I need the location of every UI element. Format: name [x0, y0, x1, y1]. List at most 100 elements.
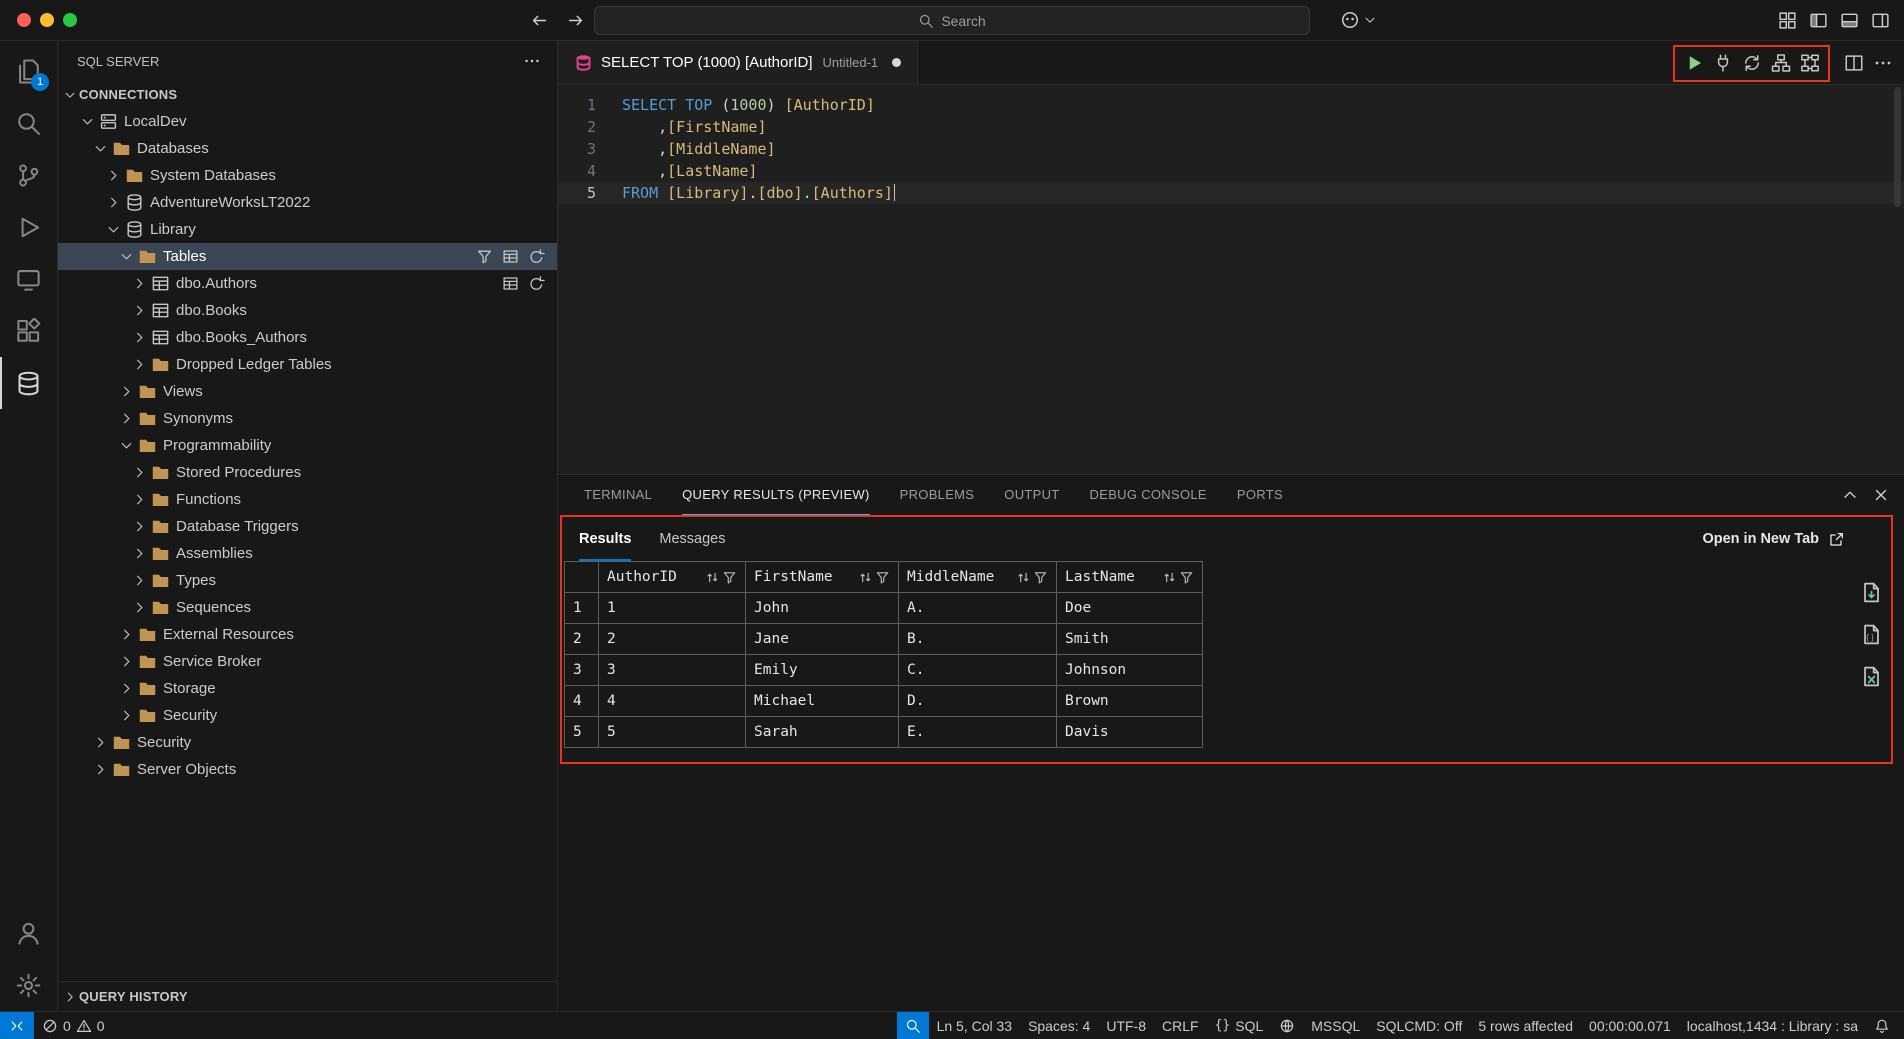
tree-item-dbo-books[interactable]: dbo.Books [58, 297, 557, 324]
collapse-panel-icon[interactable] [1841, 486, 1859, 504]
status-encoding[interactable]: UTF-8 [1098, 1012, 1154, 1039]
chevron-right-icon[interactable] [129, 465, 149, 480]
cell-lastname-1[interactable]: Doe [1057, 593, 1203, 624]
cell-firstname-1[interactable]: John [746, 593, 899, 624]
copilot-button[interactable] [1340, 10, 1377, 30]
chevron-right-icon[interactable] [129, 330, 149, 345]
tree-item-localdev[interactable]: LocalDev [58, 108, 557, 135]
panel-tab-output[interactable]: OUTPUT [1004, 475, 1059, 515]
cell-authorid-1[interactable]: 1 [599, 593, 746, 624]
status-language-mode[interactable]: {}SQL [1207, 1012, 1272, 1039]
results-tab-messages[interactable]: Messages [659, 517, 725, 561]
cell-lastname-5[interactable]: Davis [1057, 717, 1203, 748]
results-tab-results[interactable]: Results [579, 517, 631, 561]
refresh-icon[interactable] [528, 248, 545, 265]
status-cursor-position[interactable]: Ln 5, Col 33 [929, 1012, 1021, 1039]
chevron-down-icon[interactable] [77, 114, 97, 129]
code-line-3[interactable]: 3 ,[MiddleName] [558, 138, 1904, 160]
cell-firstname-5[interactable]: Sarah [746, 717, 899, 748]
chevron-right-icon[interactable] [129, 492, 149, 507]
chevron-right-icon[interactable] [103, 168, 123, 183]
chevron-right-icon[interactable] [116, 681, 136, 696]
row-number[interactable]: 1 [565, 593, 599, 624]
status-zoom-indicator[interactable] [897, 1012, 929, 1039]
remote-indicator[interactable] [0, 1012, 34, 1039]
disconnect-button[interactable] [1709, 50, 1736, 77]
activity-remote-explorer[interactable] [0, 253, 57, 305]
problems-status[interactable]: 0 0 [34, 1012, 113, 1039]
panel-tab-problems[interactable]: PROBLEMS [900, 475, 975, 515]
sort-icon[interactable] [1016, 570, 1031, 585]
panel-tab-debug-console[interactable]: DEBUG CONSOLE [1090, 475, 1207, 515]
chevron-right-icon[interactable] [116, 627, 136, 642]
activity-search[interactable] [0, 97, 57, 149]
toggle-secondary-sidebar-button[interactable] [1871, 11, 1890, 30]
cell-middlename-5[interactable]: E. [899, 717, 1057, 748]
chevron-right-icon[interactable] [129, 546, 149, 561]
actual-plan-button[interactable] [1796, 50, 1823, 77]
panel-tab-ports[interactable]: PORTS [1237, 475, 1283, 515]
tree-item-synonyms[interactable]: Synonyms [58, 405, 557, 432]
tree-item-databases[interactable]: Databases [58, 135, 557, 162]
tree-item-storage[interactable]: Storage [58, 675, 557, 702]
editor-scrollbar[interactable] [1894, 87, 1901, 207]
cell-authorid-5[interactable]: 5 [599, 717, 746, 748]
sort-icon[interactable] [705, 570, 720, 585]
chevron-right-icon[interactable] [129, 600, 149, 615]
cell-middlename-3[interactable]: C. [899, 655, 1057, 686]
status-sqlcmd[interactable]: SQLCMD: Off [1368, 1012, 1470, 1039]
table-icon[interactable] [502, 275, 519, 292]
cell-middlename-4[interactable]: D. [899, 686, 1057, 717]
code-line-2[interactable]: 2 ,[FirstName] [558, 116, 1904, 138]
cell-authorid-3[interactable]: 3 [599, 655, 746, 686]
estimated-plan-button[interactable] [1767, 50, 1794, 77]
filter-icon[interactable] [1179, 570, 1194, 585]
tree-item-external-resources[interactable]: External Resources [58, 621, 557, 648]
cell-middlename-1[interactable]: A. [899, 593, 1057, 624]
modified-indicator[interactable] [892, 58, 901, 67]
close-panel-icon[interactable] [1872, 486, 1890, 504]
panel-tab-query-results-preview[interactable]: QUERY RESULTS (PREVIEW) [682, 475, 870, 515]
status-mssql-provider[interactable]: MSSQL [1303, 1012, 1368, 1039]
activity-explorer[interactable]: 1 [0, 45, 57, 97]
zoom-window-button[interactable] [63, 13, 77, 27]
search-input[interactable]: Search [594, 6, 1310, 35]
more-actions-button[interactable] [1869, 50, 1896, 77]
save-as-csv-button[interactable] [1860, 581, 1883, 608]
tree-item-server-objects[interactable]: Server Objects [58, 756, 557, 783]
tree-item-database-triggers[interactable]: Database Triggers [58, 513, 557, 540]
change-connection-button[interactable] [1738, 50, 1765, 77]
editor-tab[interactable]: SELECT TOP (1000) [AuthorID] Untitled-1 [558, 41, 918, 84]
chevron-right-icon[interactable] [129, 303, 149, 318]
close-window-button[interactable] [17, 13, 31, 27]
tree-item-types[interactable]: Types [58, 567, 557, 594]
column-header-middlename[interactable]: MiddleName [899, 562, 1057, 593]
tree-item-functions[interactable]: Functions [58, 486, 557, 513]
toggle-panel-button[interactable] [1840, 11, 1859, 30]
chevron-right-icon[interactable] [116, 384, 136, 399]
save-as-json-button[interactable]: { } [1860, 623, 1883, 650]
sort-icon[interactable] [1162, 570, 1177, 585]
chevron-down-icon[interactable] [116, 249, 136, 264]
filter-icon[interactable] [476, 248, 493, 265]
tree-item-dropped-ledger-tables[interactable]: Dropped Ledger Tables [58, 351, 557, 378]
tree-item-views[interactable]: Views [58, 378, 557, 405]
row-number[interactable]: 5 [565, 717, 599, 748]
chevron-right-icon[interactable] [129, 357, 149, 372]
go-back-button[interactable] [530, 11, 549, 30]
grid-corner-cell[interactable] [565, 562, 599, 593]
code-line-1[interactable]: 1SELECT TOP (1000) [AuthorID] [558, 94, 1904, 116]
status-rows-affected[interactable]: 5 rows affected [1470, 1012, 1581, 1039]
chevron-right-icon[interactable] [90, 735, 110, 750]
cell-lastname-3[interactable]: Johnson [1057, 655, 1203, 686]
chevron-right-icon[interactable] [103, 195, 123, 210]
status-connection-info[interactable]: localhost,1434 : Library : sa [1679, 1012, 1866, 1039]
chevron-right-icon[interactable] [116, 708, 136, 723]
cell-firstname-3[interactable]: Emily [746, 655, 899, 686]
chevron-right-icon[interactable] [116, 654, 136, 669]
cell-firstname-2[interactable]: Jane [746, 624, 899, 655]
split-editor-button[interactable] [1840, 50, 1867, 77]
run-query-button[interactable] [1680, 50, 1707, 77]
cell-authorid-2[interactable]: 2 [599, 624, 746, 655]
tree-item-library[interactable]: Library [58, 216, 557, 243]
